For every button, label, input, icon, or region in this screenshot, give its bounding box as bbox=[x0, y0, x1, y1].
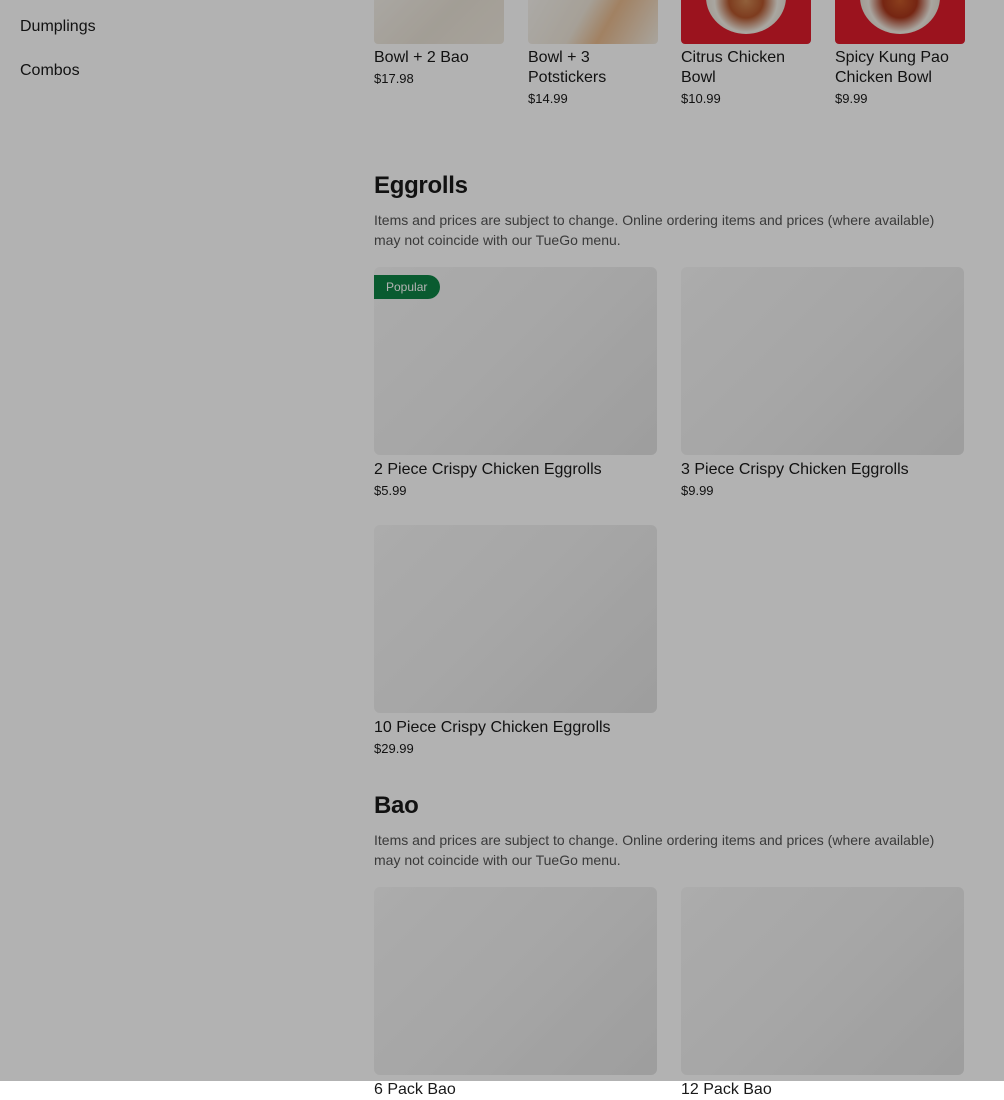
menu-item-name: 6 Pack Bao bbox=[374, 1081, 456, 1098]
menu-page: Dumplings Combos Bowl + 2 Bao $17.98 Bow… bbox=[0, 0, 1004, 1098]
menu-item-name: 12 Pack Bao bbox=[681, 1081, 772, 1098]
modal-backdrop[interactable] bbox=[0, 0, 1004, 1081]
